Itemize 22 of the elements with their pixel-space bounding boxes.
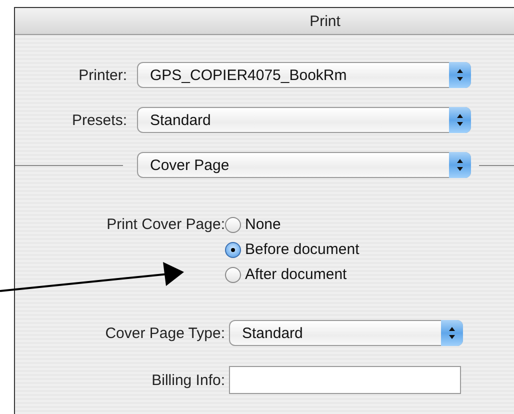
billing-info-field[interactable]	[229, 366, 461, 394]
radio-button[interactable]	[225, 242, 241, 258]
popup-menu[interactable]: Standard	[137, 107, 471, 133]
popup-menu[interactable]: Cover Page	[137, 152, 471, 178]
radio-option[interactable]: None	[225, 216, 360, 233]
print-cover-page-label: Print Cover Page:	[106, 216, 225, 233]
billing-info-label: Billing Info:	[150, 372, 225, 388]
cover-page-type-label: Cover Page Type:	[104, 324, 225, 342]
radio-option[interactable]: After document	[225, 266, 360, 283]
radio-label: After document	[245, 266, 347, 283]
presets-label: Presets:	[70, 112, 127, 128]
printer-label: Printer:	[78, 66, 127, 84]
window-title: Print	[310, 12, 340, 30]
stepper-icon	[449, 62, 471, 88]
popup-menu[interactable]: Standard	[229, 320, 463, 346]
radio-label: None	[245, 216, 281, 233]
radio-button[interactable]	[225, 216, 241, 232]
popup-menu[interactable]: GPS_COPIER4075_BookRm	[137, 62, 471, 88]
stepper-icon	[449, 152, 471, 178]
stepper-icon	[441, 320, 463, 346]
radio-button[interactable]	[225, 266, 241, 282]
stepper-icon	[449, 107, 471, 133]
